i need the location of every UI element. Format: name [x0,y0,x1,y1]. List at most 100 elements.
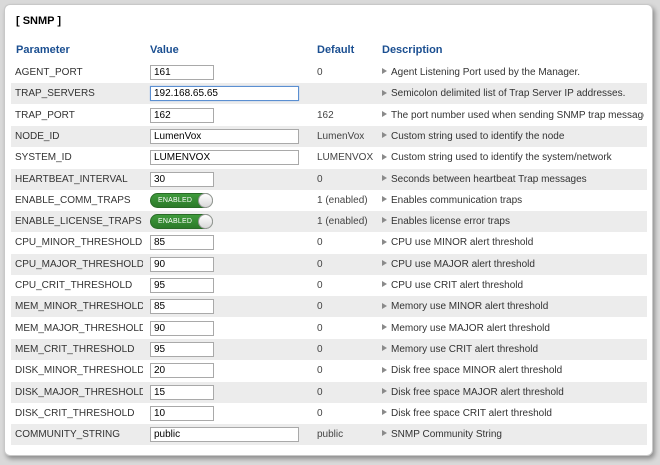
description-text: Memory use MAJOR alert threshold [391,322,550,334]
table-row: TRAP_PORT 162 162 The port number used when… [11,105,647,126]
table-row: ENABLE_COMM_TRAPS ENABLED 1 (enabled) Enabl… [11,190,647,211]
default-value: 162 [317,109,334,121]
description-text: Memory use MINOR alert threshold [391,301,549,313]
table-row: COMMUNITY_STRING public public SNMP Communi… [11,424,647,446]
enabled-toggle[interactable]: ENABLED [150,192,213,208]
value-input[interactable]: 10 [150,405,214,421]
bullet-arrow-icon [382,323,387,330]
table-row: CPU_CRIT_THRESHOLD 95 0 CPU use CRIT alert … [11,275,647,296]
default-value: 1 (enabled) [317,194,368,206]
table-row: SYSTEM_ID LUMENVOX LUMENVOX Custom string u… [11,147,647,168]
parameter-name: MEM_MINOR_THRESHOLD [15,301,143,313]
description-text: SNMP Community String [391,429,502,441]
default-value: 0 [317,407,323,419]
toggle-label: ENABLED [158,218,193,226]
table-row: MEM_MAJOR_THRESHOLD 90 0 Memory use MAJOR a… [11,318,647,339]
table-row: DISK_CRIT_THRESHOLD 10 0 Disk free space CR… [11,403,647,424]
snmp-settings-panel: [ SNMP ] Parameter Value Default Descrip… [4,4,653,456]
header-value: Value [150,44,179,56]
bullet-arrow-icon [382,68,387,75]
description-text: CPU use MINOR alert threshold [391,237,534,249]
description-cell: Memory use MINOR alert threshold [382,296,644,317]
description-text: Disk free space MINOR alert threshold [391,365,563,377]
value-input[interactable]: 85 [150,235,214,251]
table-row: AGENT_PORT 161 0 Agent Listening Port used … [11,62,647,83]
bullet-arrow-icon [382,89,387,96]
parameter-name: HEARTBEAT_INTERVAL [15,173,128,185]
value-input[interactable]: 192.168.65.65 [150,86,299,102]
value-input[interactable]: LumenVox [150,128,299,144]
bullet-arrow-icon [382,153,387,160]
description-cell: Enables license error traps [382,211,644,232]
table-row: NODE_ID LumenVox LumenVox Custom string use… [11,125,647,147]
description-cell: Disk free space MAJOR alert threshold [382,382,644,403]
parameter-name: SYSTEM_ID [15,152,72,164]
description-cell: SNMP Community String [382,424,644,445]
value-input[interactable]: 161 [150,65,214,80]
parameter-name: TRAP_PORT [15,109,75,121]
description-cell: CPU use MAJOR alert threshold [382,254,644,275]
table-row: HEARTBEAT_INTERVAL 30 0 Seconds between hea… [11,168,647,190]
value-input[interactable]: 20 [150,363,214,379]
default-value: LumenVox [317,130,365,142]
table-row: DISK_MAJOR_THRESHOLD 15 0 Disk free space M… [11,381,647,403]
value-input[interactable]: 95 [150,278,214,293]
default-value: 0 [317,365,323,377]
bullet-arrow-icon [382,217,387,224]
bullet-arrow-icon [382,366,387,373]
value-input[interactable]: 15 [150,384,214,400]
value-input[interactable]: 90 [150,256,214,272]
enabled-toggle[interactable]: ENABLED [150,214,213,230]
description-cell: Seconds between heartbeat Trap messages [382,169,644,190]
value-input[interactable]: 90 [150,320,214,336]
default-value: 0 [317,258,323,270]
parameter-name: COMMUNITY_STRING [15,429,120,441]
description-text: CPU use CRIT alert threshold [391,280,524,291]
description-text: Seconds between heartbeat Trap messages [391,173,587,185]
parameter-name: CPU_CRIT_THRESHOLD [15,280,133,291]
description-cell: CPU use MINOR alert threshold [382,232,644,253]
default-value: 1 (enabled) [317,216,368,228]
value-input[interactable]: LUMENVOX [150,150,299,166]
header-description: Description [382,44,443,56]
description-cell: The port number used when sending SNMP t… [382,105,644,126]
table-row: DISK_MINOR_THRESHOLD 20 0 Disk free space M… [11,360,647,381]
toggle-knob[interactable] [198,214,213,230]
parameter-name: DISK_MAJOR_THRESHOLD [15,386,143,398]
table-row: CPU_MAJOR_THRESHOLD 90 0 CPU use MAJOR aler… [11,253,647,275]
default-value: public [317,429,344,441]
description-cell: Custom string used to identify the node [382,126,644,147]
description-cell: Agent Listening Port used by the Manager… [382,62,644,83]
description-text: Disk free space CRIT alert threshold [391,407,552,419]
value-input[interactable]: 85 [150,299,214,315]
parameter-name: NODE_ID [15,130,60,142]
parameter-name: CPU_MINOR_THRESHOLD [15,237,143,249]
bullet-arrow-icon [382,302,387,309]
table-row: CPU_MINOR_THRESHOLD 85 0 CPU use MINOR aler… [11,232,647,253]
description-cell: Memory use MAJOR alert threshold [382,318,644,339]
value-input[interactable]: 95 [150,341,214,357]
default-value: 0 [317,322,323,334]
default-value: 0 [317,67,323,78]
description-cell: Disk free space MINOR alert threshold [382,360,644,381]
toggle-knob[interactable] [198,192,213,208]
description-text: The port number used when sending SNMP t… [391,109,644,121]
bullet-arrow-icon [382,387,387,394]
bullet-arrow-icon [382,345,387,352]
bullet-arrow-icon [382,281,387,288]
value-input[interactable]: public [150,427,299,443]
description-text: Memory use CRIT alert threshold [391,343,539,355]
value-input[interactable]: 162 [150,107,214,123]
parameter-name: MEM_CRIT_THRESHOLD [15,343,135,355]
description-text: Enables license error traps [391,216,510,228]
bullet-arrow-icon [382,260,387,267]
table-row: TRAP_SERVERS 192.168.65.65 Semicolon delim… [11,83,647,105]
default-value: LUMENVOX [317,152,374,164]
table-row: ENABLE_LICENSE_TRAPS ENABLED 1 (enabled) En… [11,211,647,233]
parameter-name: ENABLE_COMM_TRAPS [15,194,131,206]
description-text: Custom string used to identify the node [391,130,565,142]
value-input[interactable]: 30 [150,171,214,187]
default-value: 0 [317,237,323,249]
bullet-arrow-icon [382,132,387,139]
bullet-arrow-icon [382,174,387,181]
